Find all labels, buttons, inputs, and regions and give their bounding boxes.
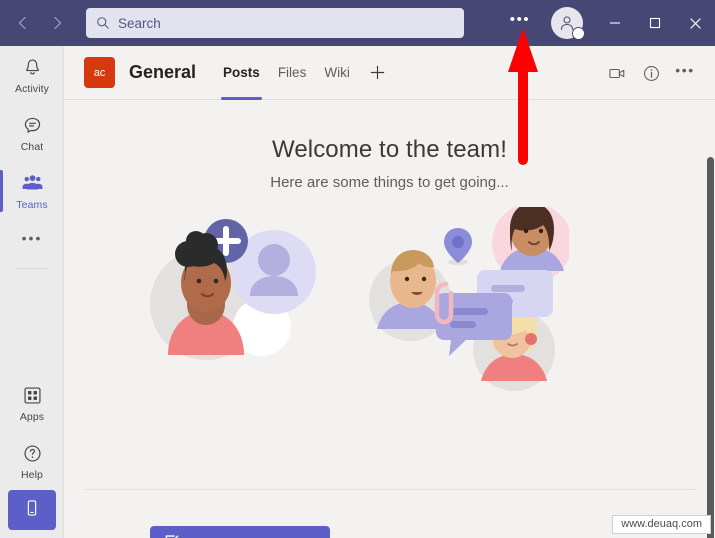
add-tab-button[interactable] — [359, 46, 396, 100]
tab-wiki[interactable]: Wiki — [315, 46, 359, 100]
new-conversation-button[interactable]: New conversation — [150, 526, 330, 538]
sidebar-bottom-group: Apps Help — [0, 374, 64, 538]
sidebar-item-label: Activity — [14, 82, 50, 95]
invite-people-illustration — [144, 197, 334, 392]
compose-pencil-icon — [164, 534, 181, 538]
tab-posts[interactable]: Posts — [214, 46, 269, 100]
sidebar-item-label: Help — [21, 468, 43, 481]
teams-icon — [21, 172, 44, 196]
channel-more-options-button[interactable]: ••• — [671, 59, 699, 87]
settings-more-button[interactable]: ••• — [503, 6, 537, 40]
avatar[interactable] — [551, 7, 585, 40]
welcome-body: Welcome to the team! Here are some thing… — [64, 100, 715, 538]
content-divider — [84, 489, 695, 490]
sidebar-item-label: Chat — [20, 140, 44, 153]
team-avatar[interactable]: ac — [84, 57, 115, 88]
team-conversation-illustration — [369, 203, 572, 397]
maximize-button[interactable] — [635, 0, 675, 46]
sidebar-more-apps-button[interactable]: ••• — [0, 220, 64, 264]
forward-icon[interactable] — [42, 8, 72, 38]
welcome-title: Welcome to the team! — [272, 136, 507, 163]
info-circle-icon[interactable] — [637, 59, 665, 87]
welcome-subtitle: Here are some things to get going... — [270, 174, 509, 191]
mobile-phone-icon — [22, 498, 42, 523]
sidebar-item-teams[interactable]: Teams — [0, 162, 64, 220]
back-icon[interactable] — [8, 8, 38, 38]
search-placeholder: Search — [118, 15, 161, 31]
close-button[interactable] — [675, 0, 715, 46]
sidebar-divider — [16, 268, 47, 269]
channel-tabs: Posts Files Wiki — [214, 46, 396, 100]
tab-files[interactable]: Files — [269, 46, 316, 100]
scrollbar-thumb[interactable] — [707, 157, 714, 538]
sidebar-item-apps[interactable]: Apps — [0, 374, 64, 432]
bell-icon — [22, 56, 43, 80]
navigation-arrows — [8, 8, 72, 38]
page-title: General — [129, 62, 197, 82]
chat-icon — [22, 114, 43, 138]
channel-header: ac General Posts Files Wiki ••• — [64, 46, 715, 100]
video-camera-icon[interactable] — [603, 59, 631, 87]
sidebar-item-activity[interactable]: Activity — [0, 46, 64, 104]
watermark: www.deuaq.com — [612, 515, 711, 534]
vertical-scrollbar[interactable] — [705, 155, 715, 538]
sidebar-item-label: Teams — [16, 198, 48, 211]
channel-actions: ••• — [603, 46, 699, 100]
sidebar-item-chat[interactable]: Chat — [0, 104, 64, 162]
minimize-button[interactable] — [595, 0, 635, 46]
search-input[interactable]: Search — [86, 8, 464, 38]
sidebar-item-label: Apps — [19, 410, 45, 423]
question-circle-icon — [22, 442, 43, 466]
titlebar-right-controls: ••• — [503, 0, 715, 46]
apps-grid-icon — [22, 384, 43, 408]
left-app-rail: Activity Chat Teams ••• Apps Help — [0, 46, 64, 538]
welcome-illustrations — [64, 197, 715, 397]
search-icon — [96, 16, 110, 30]
download-mobile-app-button[interactable] — [8, 490, 56, 530]
main-content: ac General Posts Files Wiki ••• Welcome … — [64, 46, 715, 538]
status-badge — [572, 27, 585, 40]
title-bar: Search ••• — [0, 0, 715, 46]
teams-window: Search ••• Activity Chat Teams ••• Apps … — [0, 0, 715, 538]
sidebar-item-help[interactable]: Help — [0, 432, 64, 490]
